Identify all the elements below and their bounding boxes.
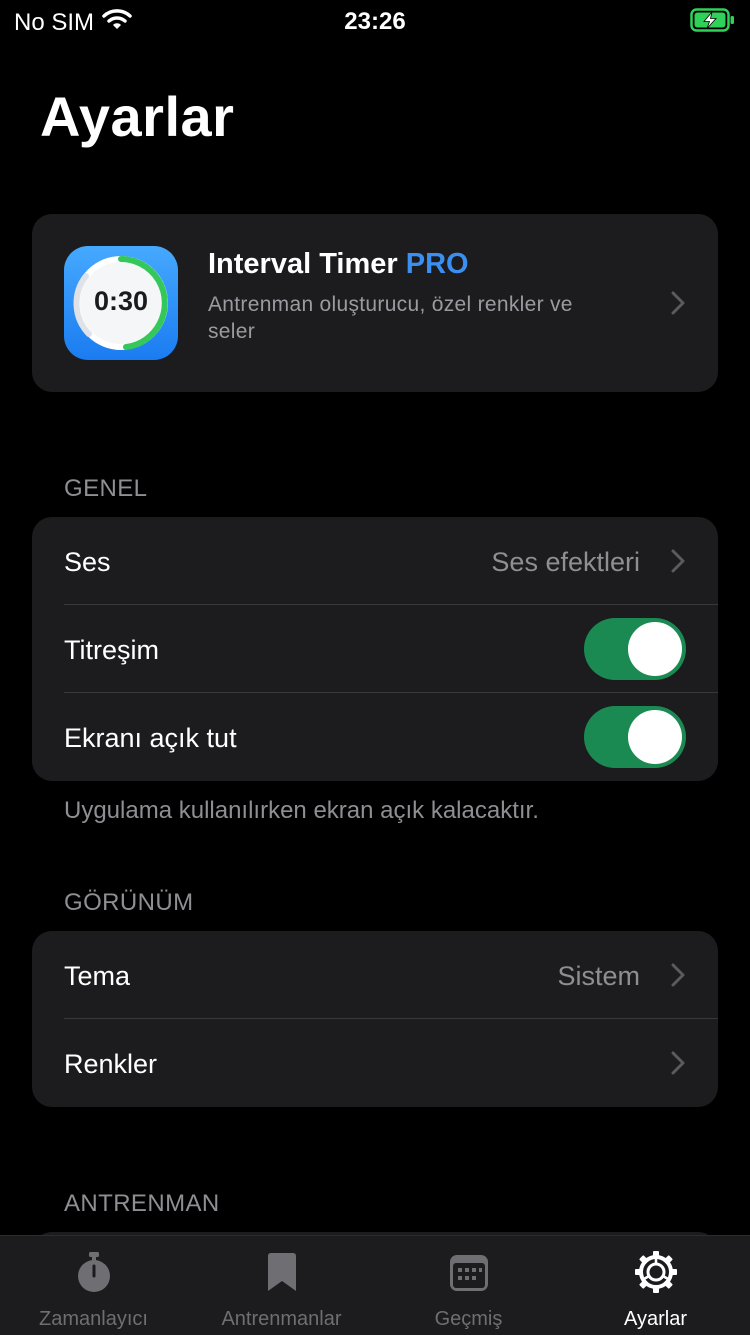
- keep-screen-on-toggle[interactable]: [584, 706, 686, 768]
- row-label: Renkler: [64, 1049, 158, 1079]
- appearance-settings-group: Tema Sistem Renkler: [32, 931, 718, 1107]
- tab-label: Geçmiş: [434, 1308, 503, 1330]
- general-settings-group: Ses Ses efektleri Titreşim Ekranı açık t…: [32, 517, 718, 781]
- chevron-right-icon: [670, 548, 686, 579]
- section-header-general: GENEL: [64, 475, 148, 502]
- calendar-icon: [447, 1250, 491, 1294]
- chevron-right-icon: [670, 1050, 686, 1081]
- toggle-knob: [628, 622, 682, 676]
- tab-settings[interactable]: Ayarlar: [562, 1236, 749, 1335]
- tab-label: Zamanlayıcı: [39, 1308, 148, 1330]
- settings-row-keep-screen-on: Ekranı açık tut: [32, 693, 718, 781]
- toggle-knob: [628, 710, 682, 764]
- stopwatch-icon: [72, 1250, 116, 1294]
- row-label: Tema: [64, 961, 131, 991]
- app-icon: 0:30: [64, 246, 178, 360]
- pro-badge: PRO: [405, 248, 469, 280]
- pro-card-description: Antrenman oluşturucu, özel renkler ve se…: [208, 293, 573, 343]
- tab-history[interactable]: Geçmiş: [375, 1236, 562, 1335]
- tab-bar: Zamanlayıcı Antrenmanlar Geçmiş Ayarlar: [0, 1235, 750, 1335]
- row-label: Ekranı açık tut: [64, 723, 237, 753]
- section-footer-note: Uygulama kullanılırken ekran açık kalaca…: [64, 797, 539, 824]
- tab-label: Ayarlar: [624, 1308, 687, 1330]
- tab-timer[interactable]: Zamanlayıcı: [0, 1236, 187, 1335]
- pro-card-title: Interval Timer PRO: [208, 248, 469, 281]
- settings-row-theme[interactable]: Tema Sistem: [32, 931, 718, 1019]
- row-value: Ses efektleri: [491, 547, 640, 577]
- section-header-workout: ANTRENMAN: [64, 1190, 220, 1217]
- pro-upgrade-card[interactable]: 0:30 Interval Timer PRO Antrenman oluştu…: [32, 214, 718, 392]
- row-label: Titreşim: [64, 635, 159, 665]
- page-title: Ayarlar: [40, 85, 235, 148]
- tab-workouts[interactable]: Antrenmanlar: [188, 1236, 375, 1335]
- status-bar: No SIM 23:26: [0, 0, 750, 40]
- chevron-right-icon: [670, 290, 686, 321]
- row-label: Ses: [64, 547, 111, 577]
- battery-charging-icon: [690, 8, 736, 37]
- settings-row-vibration: Titreşim: [32, 605, 718, 693]
- bookmark-icon: [260, 1250, 304, 1294]
- gear-icon: [634, 1250, 678, 1294]
- tab-label: Antrenmanlar: [221, 1308, 342, 1330]
- settings-row-colors[interactable]: Renkler: [32, 1019, 718, 1107]
- settings-row-sound[interactable]: Ses Ses efektleri: [32, 517, 718, 605]
- section-header-appearance: GÖRÜNÜM: [64, 889, 194, 916]
- pro-card-app-name: Interval Timer: [208, 248, 398, 280]
- vibration-toggle[interactable]: [584, 618, 686, 680]
- row-value: Sistem: [557, 961, 640, 991]
- status-time: 23:26: [344, 8, 406, 35]
- chevron-right-icon: [670, 962, 686, 993]
- app-icon-time: 0:30: [93, 286, 149, 316]
